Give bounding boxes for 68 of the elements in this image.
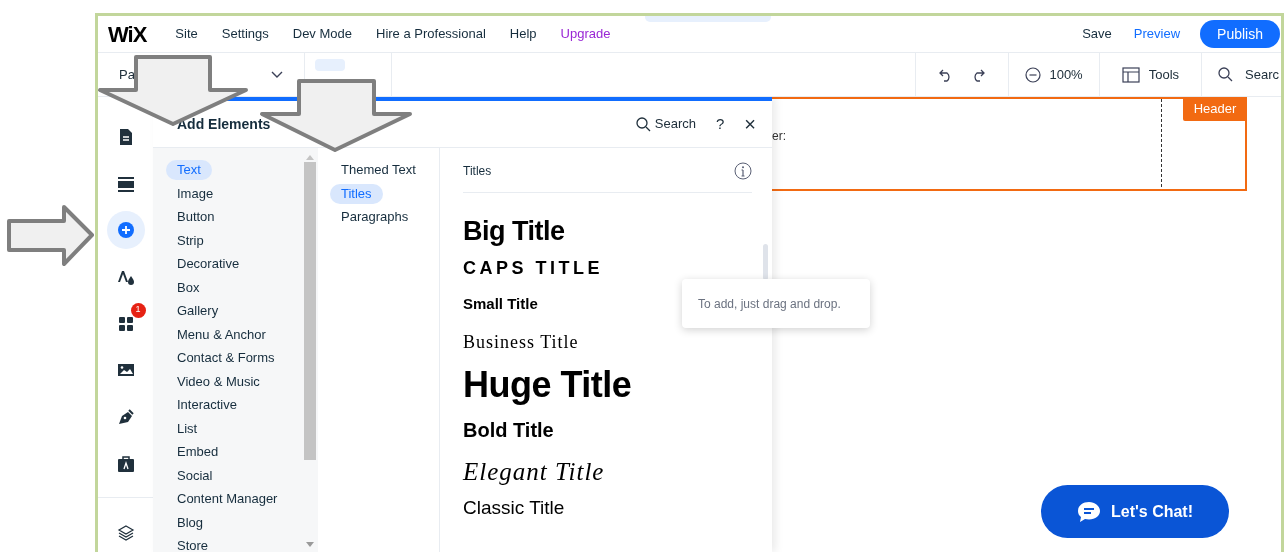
category-item[interactable]: Interactive: [166, 395, 248, 415]
category-item[interactable]: Image: [166, 183, 225, 204]
chat-button[interactable]: Let's Chat!: [1041, 485, 1229, 538]
scroll-thumb[interactable]: [763, 244, 768, 280]
header-text: er:: [772, 128, 786, 145]
category-item[interactable]: List: [166, 418, 209, 439]
zoom-level: 100%: [1049, 65, 1083, 84]
page-selector-text[interactable]: Pa: [119, 64, 135, 85]
category-item[interactable]: Store: [166, 536, 220, 552]
layers-icon: [116, 524, 135, 543]
scroll-up-icon: [305, 154, 314, 160]
panel-search-button[interactable]: Search: [635, 114, 696, 134]
wix-logo: WiX: [108, 20, 147, 49]
title-preset[interactable]: Small Title: [463, 293, 538, 313]
category-item[interactable]: Decorative: [166, 254, 251, 274]
menu-item[interactable]: Settings: [221, 24, 269, 44]
menu-item[interactable]: Help: [509, 24, 537, 44]
zoom-out-button[interactable]: [1025, 66, 1042, 83]
preview-link[interactable]: Preview: [1133, 24, 1181, 44]
title-preset[interactable]: Business Title: [463, 329, 579, 353]
tools-button[interactable]: Tools: [1098, 53, 1202, 96]
section-title: Titles: [463, 162, 492, 180]
help-button[interactable]: ?: [715, 112, 725, 136]
title-preset[interactable]: CAPS TITLE: [463, 255, 603, 279]
category-item[interactable]: Menu & Anchor: [166, 324, 277, 345]
scroll-down-icon: [305, 542, 314, 548]
pen-nib-icon: [116, 407, 135, 426]
close-button[interactable]: ×: [744, 114, 756, 134]
briefcase-icon: [116, 454, 135, 473]
category-item[interactable]: Embed: [166, 442, 230, 462]
category-item[interactable]: Text: [166, 160, 212, 180]
title-preset[interactable]: Classic Title: [463, 494, 565, 520]
title-preset[interactable]: Elegant Title: [463, 453, 605, 485]
menu-item[interactable]: Dev Mode: [292, 24, 352, 44]
category-item[interactable]: Video & Music: [166, 371, 271, 392]
subcategory-item[interactable]: Themed Text: [330, 160, 427, 180]
title-preset[interactable]: Bold Title: [463, 415, 554, 443]
strip-icon: [116, 174, 135, 193]
title-preset[interactable]: Huge Title: [463, 363, 632, 407]
search-icon: [1218, 67, 1234, 82]
category-item[interactable]: Box: [166, 277, 211, 298]
publish-button[interactable]: Publish: [1200, 20, 1280, 48]
chat-bubble-icon: [1077, 500, 1101, 523]
menu-item[interactable]: Hire a Professional: [376, 24, 486, 44]
info-icon: [734, 161, 752, 180]
category-item[interactable]: Blog: [166, 512, 215, 533]
category-item[interactable]: Content Manager: [166, 489, 289, 509]
category-item[interactable]: Strip: [166, 230, 215, 251]
tooltip: To add, just drag and drop.: [682, 279, 870, 328]
chevron-down-icon: [271, 70, 283, 79]
zoom-out-icon: [1025, 66, 1042, 83]
subcategory-item[interactable]: Titles: [330, 183, 383, 204]
header-label: Header: [1183, 97, 1247, 121]
search-icon: [635, 116, 651, 132]
category-item[interactable]: Social: [166, 465, 224, 486]
layout-icon: [1121, 66, 1140, 83]
category-item[interactable]: Button: [166, 207, 226, 227]
apps-grid-icon: [116, 314, 135, 333]
category-item[interactable]: Gallery: [166, 301, 230, 321]
save-link[interactable]: Save: [1082, 24, 1112, 44]
category-item[interactable]: Contact & Forms: [166, 348, 286, 368]
add-icon: [116, 221, 135, 240]
toolbar-search-button[interactable]: Searc: [1201, 53, 1281, 96]
menu-item[interactable]: Site: [175, 24, 198, 44]
subcategory-item[interactable]: Paragraphs: [330, 207, 420, 227]
scroll-thumb[interactable]: [303, 162, 316, 460]
notification-badge: 1: [130, 302, 146, 318]
menu-item[interactable]: Upgrade: [560, 24, 611, 44]
